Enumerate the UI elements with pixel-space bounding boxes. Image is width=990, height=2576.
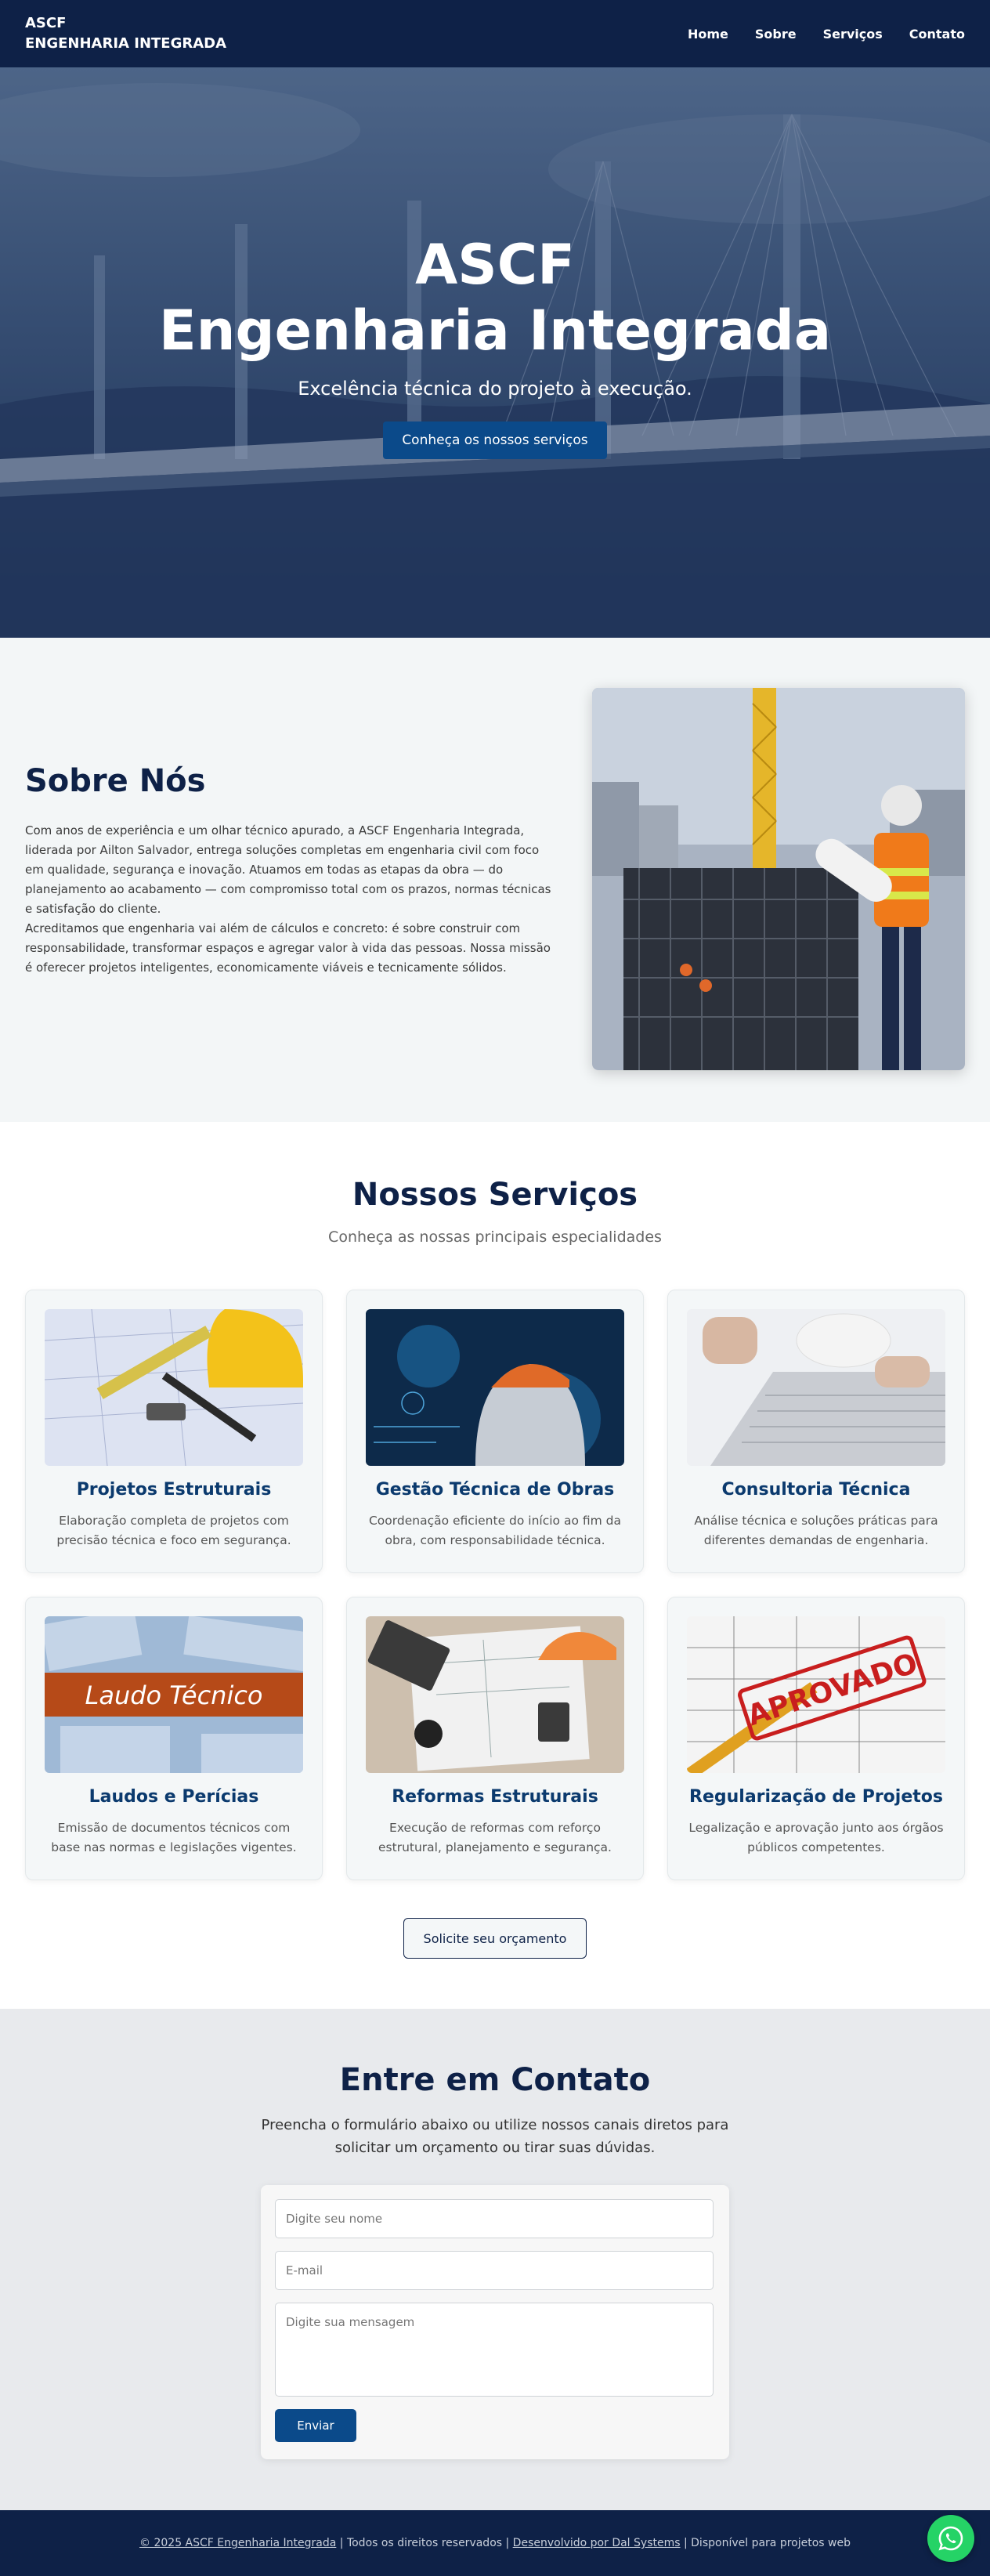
service-title-gestao: Gestão Técnica de Obras (375, 1480, 615, 1500)
contact-title: Entre em Contato (339, 2062, 651, 2098)
contact-section: Entre em Contato Preencha o formulário a… (0, 2009, 990, 2510)
service-title-regularizacao: Regularização de Projetos (689, 1787, 943, 1807)
logo[interactable]: ASCF ENGENHARIA INTEGRADA (25, 13, 226, 54)
footer-copyright-link[interactable]: © 2025 ASCF Engenharia Integrada (139, 2537, 336, 2549)
service-desc-regularizacao: Legalização e aprovação junto aos órgãos… (688, 1821, 944, 1854)
hero-title-line1: ASCF (415, 233, 575, 297)
service-image-laudos: Laudo Técnico (45, 1616, 303, 1773)
nav-home[interactable]: Home (688, 27, 728, 42)
service-card-projetos[interactable]: Projetos Estruturais Elaboração completa… (25, 1290, 323, 1573)
about-title: Sobre Nós (25, 763, 206, 799)
service-card-reformas[interactable]: Reformas Estruturais Execução de reforma… (346, 1597, 644, 1880)
services-subtitle: Conheça as nossas principais especialida… (328, 1228, 662, 1246)
email-input[interactable]: E-mail (275, 2251, 714, 2290)
about-paragraph-1: Com anos de experiência e um olhar técni… (25, 823, 551, 916)
service-title-reformas: Reformas Estruturais (392, 1787, 598, 1807)
hero-title: ASCF Engenharia Integrada (0, 232, 990, 364)
site-footer: © 2025 ASCF Engenharia Integrada | Todos… (0, 2510, 990, 2576)
service-title-projetos: Projetos Estruturais (76, 1480, 272, 1500)
contact-form: Digite seu nome E-mail Digite sua mensag… (261, 2185, 729, 2459)
site-header: ASCF ENGENHARIA INTEGRADA Home Sobre Ser… (0, 0, 990, 67)
quote-button[interactable]: Solicite seu orçamento (403, 1918, 587, 1959)
service-desc-gestao: Coordenação eficiente do início ao fim d… (368, 1514, 621, 1547)
service-card-gestao[interactable]: Gestão Técnica de Obras Coordenação efic… (346, 1290, 644, 1573)
logo-line1: ASCF (25, 15, 67, 31)
about-engineer-image (592, 688, 965, 1070)
about-section: Sobre Nós Com anos de experiência e um o… (0, 638, 990, 1122)
about-body: Com anos de experiência e um olhar técni… (25, 821, 558, 978)
hero-subtitle: Excelência técnica do projeto à execução… (298, 378, 692, 400)
nav-servicos[interactable]: Serviços (823, 27, 883, 42)
logo-line2: ENGENHARIA INTEGRADA (25, 35, 227, 52)
service-desc-reformas: Execução de reformas com reforço estrutu… (378, 1821, 612, 1854)
service-image-regularizacao: APROVADO (687, 1616, 945, 1773)
contact-subtitle: Preencha o formulário abaixo ou utilize … (261, 2117, 729, 2156)
service-card-regularizacao[interactable]: APROVADO Regularização de Projetos Legal… (667, 1597, 965, 1880)
service-desc-consultoria: Análise técnica e soluções práticas para… (694, 1514, 938, 1547)
name-input[interactable]: Digite seu nome (275, 2199, 714, 2238)
main-nav: Home Sobre Serviços Contato (688, 27, 965, 42)
footer-rights: | Todos os direitos reservados | (336, 2537, 513, 2549)
services-title: Nossos Serviços (352, 1177, 638, 1213)
service-image-consultoria (687, 1309, 945, 1466)
services-section: Nossos Serviços Conheça as nossas princi… (0, 1122, 990, 2009)
send-button[interactable]: Enviar (275, 2409, 356, 2442)
hero-content: ASCF Engenharia Integrada Excelência téc… (0, 232, 990, 459)
service-image-gestao (366, 1309, 624, 1466)
whatsapp-icon (938, 2526, 963, 2551)
footer-developer-link[interactable]: Desenvolvido por Dal Systems (513, 2537, 681, 2549)
nav-contato[interactable]: Contato (909, 27, 965, 42)
service-desc-projetos: Elaboração completa de projetos com prec… (56, 1514, 291, 1547)
whatsapp-button[interactable] (927, 2515, 974, 2562)
service-card-consultoria[interactable]: Consultoria Técnica Análise técnica e so… (667, 1290, 965, 1573)
service-desc-laudos: Emissão de documentos técnicos com base … (51, 1821, 297, 1854)
nav-sobre[interactable]: Sobre (755, 27, 797, 42)
service-card-laudos[interactable]: Laudo Técnico Laudos e Perícias Emissão … (25, 1597, 323, 1880)
service-title-consultoria: Consultoria Técnica (721, 1480, 911, 1500)
service-image-reformas (366, 1616, 624, 1773)
message-textarea[interactable]: Digite sua mensagem (275, 2303, 714, 2397)
hero-title-line2: Engenharia Integrada (158, 298, 832, 363)
hero-cta-button[interactable]: Conheça os nossos serviços (383, 421, 607, 459)
hero-section: ASCF Engenharia Integrada Excelência téc… (0, 67, 990, 638)
about-text: Sobre Nós Com anos de experiência e um o… (25, 763, 558, 978)
service-image-projetos (45, 1309, 303, 1466)
about-paragraph-2: Acreditamos que engenharia vai além de c… (25, 921, 551, 975)
footer-tail: | Disponível para projetos web (680, 2537, 851, 2549)
service-title-laudos: Laudos e Perícias (89, 1787, 259, 1807)
laudo-image-caption: Laudo Técnico (85, 1681, 263, 1710)
